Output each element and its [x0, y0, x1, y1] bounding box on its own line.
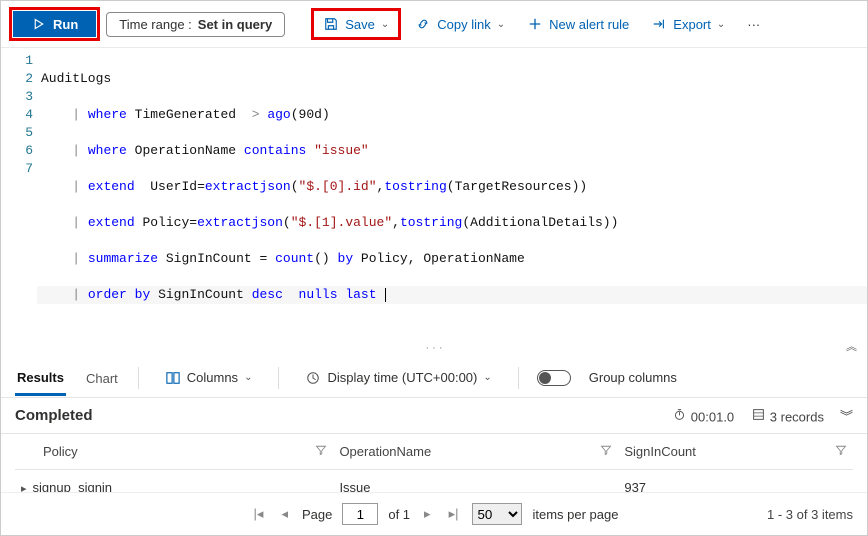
col-count[interactable]: SignInCount [618, 434, 853, 470]
run-button[interactable]: Run [13, 11, 96, 37]
status-label: Completed [15, 407, 93, 424]
columns-label: Columns [187, 370, 238, 385]
new-alert-button[interactable]: New alert rule [519, 12, 637, 36]
group-columns-label: Group columns [589, 370, 677, 385]
toolbar: Run Time range : Set in query Save ⌄ Cop… [1, 1, 867, 48]
copy-link-button[interactable]: Copy link ⌄ [407, 12, 513, 36]
divider [138, 367, 139, 389]
results-table: Policy OperationName SignInCount [15, 434, 853, 492]
link-icon [415, 16, 431, 32]
columns-button[interactable]: Columns ⌄ [157, 366, 261, 390]
elapsed-time: 00:01.0 [671, 407, 734, 425]
copy-link-label: Copy link [437, 17, 490, 32]
chevron-down-icon: ⌄ [483, 372, 491, 383]
divider [278, 367, 279, 389]
export-button[interactable]: Export ⌄ [643, 12, 733, 36]
app-frame: Run Time range : Set in query Save ⌄ Cop… [0, 0, 868, 536]
group-columns-toggle[interactable] [537, 370, 571, 386]
page-input[interactable] [342, 503, 378, 525]
chevron-down-icon: ⌄ [497, 19, 505, 30]
more-label: ··· [747, 17, 760, 32]
pager-range: 1 - 3 of 3 items [767, 507, 853, 522]
filter-icon[interactable] [835, 444, 847, 459]
more-button[interactable]: ··· [739, 13, 768, 36]
filter-icon[interactable] [600, 444, 612, 459]
time-range-label: Time range : [119, 17, 192, 32]
time-range-value: Set in query [198, 17, 272, 32]
page-next-icon[interactable]: ▸ [420, 506, 435, 522]
chevron-down-icon: ⌄ [244, 372, 252, 383]
new-alert-label: New alert rule [549, 17, 629, 32]
results-grid: Policy OperationName SignInCount [1, 434, 867, 492]
time-range-pill[interactable]: Time range : Set in query [106, 12, 285, 37]
records-icon [750, 407, 766, 423]
tab-results[interactable]: Results [15, 360, 66, 396]
table-row[interactable]: ▸signup_signin Issue 937 [15, 470, 853, 493]
save-button[interactable]: Save ⌄ [315, 12, 397, 36]
record-count: 3 records [750, 407, 824, 425]
code-area[interactable]: AuditLogs | where TimeGenerated > ago(90… [41, 52, 867, 340]
col-policy[interactable]: Policy [15, 434, 333, 470]
save-highlight: Save ⌄ [311, 8, 401, 40]
results-tabs: Results Chart Columns ⌄ Display time (UT… [1, 358, 867, 398]
expand-caret-icon[interactable]: ▸ [21, 483, 33, 492]
expand-down-icon[interactable]: ︾ [840, 406, 853, 425]
query-editor[interactable]: 1 2 3 4 5 6 7 AuditLogs | where TimeGene… [1, 48, 867, 340]
items-per-page-label: items per page [532, 507, 618, 522]
col-operation[interactable]: OperationName [333, 434, 618, 470]
page-label: Page [302, 507, 332, 522]
pager: |◂ ◂ Page of 1 ▸ ▸| 50 items per page 1 … [1, 492, 867, 535]
line-gutter: 1 2 3 4 5 6 7 [1, 52, 41, 340]
stopwatch-icon [671, 407, 687, 423]
page-of-label: of 1 [388, 507, 410, 522]
clock-icon [305, 370, 321, 386]
chevron-down-icon: ⌄ [381, 19, 389, 30]
collapse-up-icon[interactable]: ︽ [846, 338, 857, 354]
tab-chart[interactable]: Chart [84, 361, 120, 394]
save-icon [323, 16, 339, 32]
page-prev-icon[interactable]: ◂ [277, 506, 292, 522]
play-icon [31, 16, 47, 32]
export-label: Export [673, 17, 711, 32]
filter-icon[interactable] [315, 444, 327, 459]
save-label: Save [345, 17, 375, 32]
display-time-label: Display time (UTC+00:00) [327, 370, 477, 385]
run-highlight: Run [9, 7, 100, 41]
pane-splitter[interactable]: · · · ︽ [1, 340, 867, 358]
run-label: Run [53, 17, 78, 32]
chevron-down-icon: ⌄ [717, 19, 725, 30]
export-icon [651, 16, 667, 32]
status-bar: Completed 00:01.0 3 records ︾ [1, 398, 867, 434]
plus-icon [527, 16, 543, 32]
page-first-icon[interactable]: |◂ [250, 506, 268, 522]
page-last-icon[interactable]: ▸| [445, 506, 463, 522]
columns-icon [165, 370, 181, 386]
divider [518, 367, 519, 389]
page-size-select[interactable]: 50 [472, 503, 522, 525]
display-time-button[interactable]: Display time (UTC+00:00) ⌄ [297, 366, 499, 390]
